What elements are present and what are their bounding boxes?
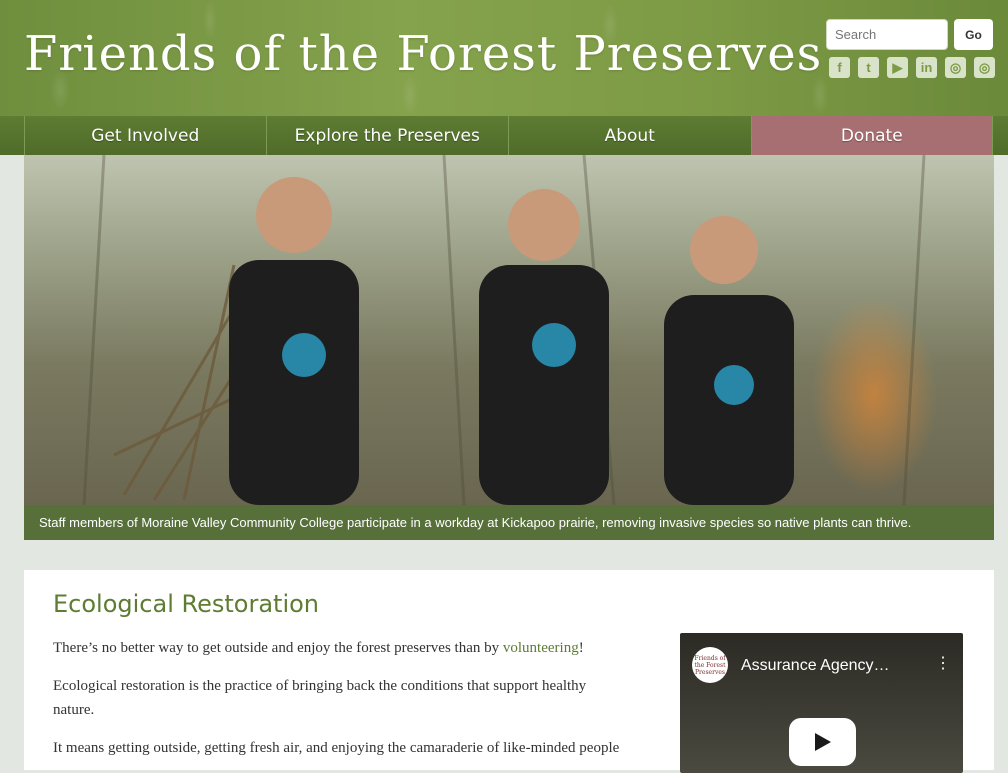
video-embed[interactable]: Friends of the Forest Preserves Assuranc… — [680, 633, 963, 773]
hero-photo-illustration — [82, 155, 926, 505]
site-logo-title[interactable]: Friends of the Forest Preserves — [24, 14, 821, 94]
instagram-icon[interactable]: ◎ — [945, 57, 966, 78]
instagram-icon[interactable]: ◎ — [974, 57, 995, 78]
nav-item-donate[interactable]: Donate — [750, 116, 992, 155]
more-options-icon[interactable]: ⋮ — [935, 653, 951, 673]
nav-divider — [992, 116, 993, 155]
hero-caption: Staff members of Moraine Valley Communit… — [24, 505, 994, 540]
play-icon[interactable] — [789, 718, 856, 766]
video-title[interactable]: Assurance Agency… — [741, 657, 926, 675]
intro-text: There’s no better way to get outside and… — [53, 640, 503, 656]
twitter-icon[interactable]: t — [858, 57, 879, 78]
hero-photo — [24, 155, 994, 505]
linkedin-icon[interactable]: in — [916, 57, 937, 78]
nav-item-explore-the-preserves[interactable]: Explore the Preserves — [265, 116, 509, 155]
main-nav: Get Involved Explore the Preserves About… — [0, 116, 1008, 155]
social-links: f t ▶ in ◎ ◎ — [829, 57, 995, 79]
volunteering-link[interactable]: volunteering — [503, 640, 579, 656]
main-content: Ecological Restoration There’s no better… — [24, 570, 994, 773]
search-go-button[interactable]: Go — [954, 19, 993, 50]
facebook-icon[interactable]: f — [829, 57, 850, 78]
page-title: Ecological Restoration — [53, 590, 320, 618]
intro-paragraph: There’s no better way to get outside and… — [53, 636, 648, 660]
search-input[interactable] — [826, 19, 948, 50]
details-paragraph: It means getting outside, getting fresh … — [53, 740, 620, 756]
definition-paragraph: Ecological restoration is the practice o… — [53, 678, 587, 718]
channel-logo[interactable]: Friends of the Forest Preserves — [692, 647, 728, 683]
site-header: Friends of the Forest Preserves Go f t ▶… — [0, 0, 1008, 116]
hero-slide: Staff members of Moraine Valley Communit… — [24, 155, 994, 540]
nav-item-about[interactable]: About — [508, 116, 751, 155]
nav-item-get-involved[interactable]: Get Involved — [24, 116, 266, 155]
youtube-icon[interactable]: ▶ — [887, 57, 908, 78]
intro-text-end: ! — [578, 640, 584, 656]
